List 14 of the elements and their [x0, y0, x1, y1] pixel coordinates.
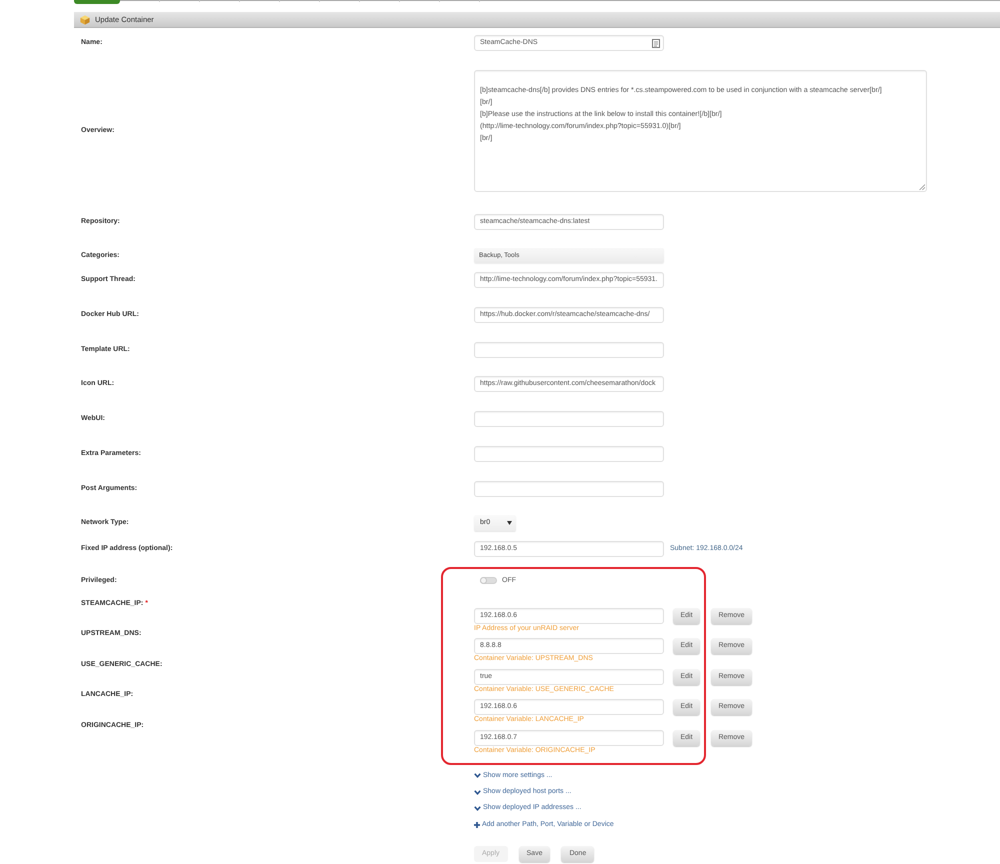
toggle-switch[interactable] [480, 577, 497, 584]
chevron-down-icon [474, 806, 481, 811]
chevron-down-icon [474, 773, 481, 778]
resize-grip-icon[interactable] [919, 184, 925, 190]
caret-down-icon [507, 521, 512, 526]
cube-icon [80, 14, 90, 24]
text-field[interactable] [474, 446, 664, 462]
document-icon [652, 38, 660, 48]
text-field[interactable] [474, 411, 664, 428]
tab[interactable] [74, 0, 120, 4]
text-field[interactable] [474, 342, 664, 358]
plus-icon [474, 822, 480, 828]
text-field[interactable] [474, 480, 664, 496]
chevron-down-icon [474, 790, 481, 794]
